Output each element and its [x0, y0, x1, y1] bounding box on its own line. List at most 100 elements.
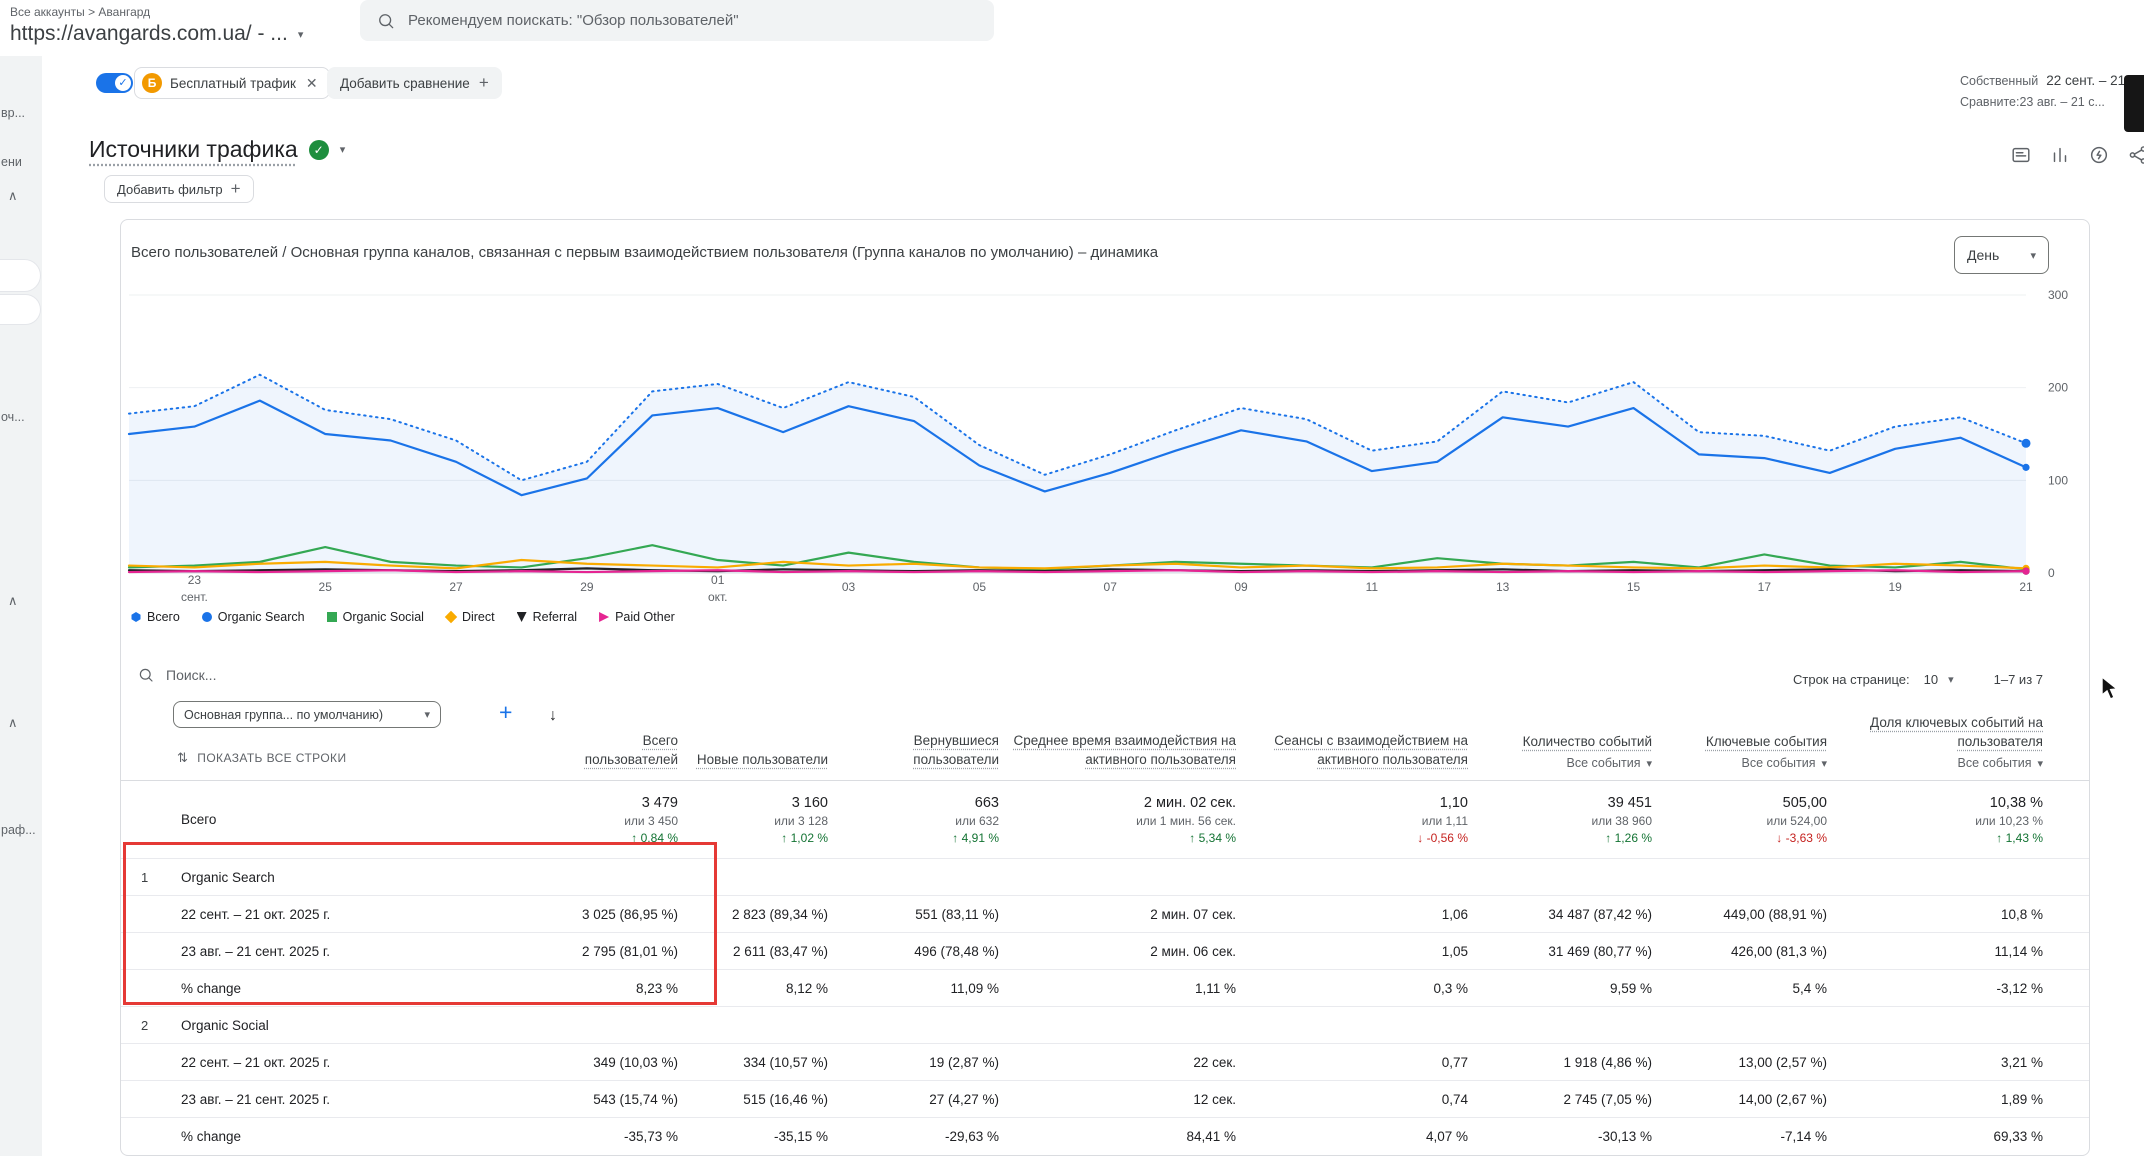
chevron-down-icon[interactable] [340, 143, 346, 156]
nav-item-pill[interactable] [0, 260, 40, 291]
date-type-label: Собственный [1960, 74, 2038, 88]
legend-label: Paid Other [615, 610, 675, 624]
nav-item-fragment[interactable]: оч... [1, 410, 41, 424]
event-filter-select[interactable]: Все события [1741, 756, 1827, 770]
totals-alt-value: или 632 [955, 814, 999, 828]
legend-item-referral[interactable]: Referral [517, 610, 577, 624]
metric-cell: 8,12 % [678, 970, 828, 1006]
column-header[interactable]: Среднее время взаимодействия на активног… [999, 732, 1236, 778]
totals-alt-value: или 38 960 [1592, 814, 1652, 828]
totals-label: Всего [121, 781, 558, 858]
chevron-up-icon[interactable] [8, 593, 18, 609]
event-filter-select[interactable]: Все события [1957, 756, 2043, 770]
empty-cell [1468, 1007, 1652, 1043]
legend-item-всего[interactable]: Всего [131, 610, 180, 624]
column-header[interactable]: Доля ключевых событий на пользователя Вс… [1827, 714, 2043, 778]
column-header[interactable]: Вернувшиеся пользователи [828, 732, 999, 778]
date-range-picker[interactable]: Собственный22 сент. – 21 о... Сравните:2… [1960, 72, 2144, 109]
share-icon[interactable] [2127, 144, 2144, 166]
x-axis-label: 27 [449, 580, 463, 594]
plus-icon [479, 73, 489, 93]
metric-cell: -35,15 % [678, 1118, 828, 1154]
series-end-marker-organic-search [2022, 464, 2029, 471]
chevron-up-icon[interactable] [8, 715, 18, 731]
metric-cell: 551 (83,11 %) [828, 896, 999, 932]
metric-cell: -29,63 % [828, 1118, 999, 1154]
column-title: Среднее время взаимодействия на активног… [999, 732, 1236, 770]
column-header[interactable]: Всего пользователей [558, 732, 678, 778]
column-header[interactable]: Количество событий Все события [1468, 733, 1652, 778]
legend-item-direct[interactable]: Direct [446, 610, 495, 624]
column-header[interactable]: Ключевые события Все события [1652, 733, 1827, 778]
series-area-всего [129, 375, 2026, 573]
x-axis-label: 25 [319, 580, 333, 594]
row-label: 22 сент. – 21 окт. 2025 г. [121, 896, 558, 932]
dimension-header-cell [121, 770, 558, 778]
table-search[interactable] [137, 666, 486, 684]
segment-chip[interactable]: Б Бесплатный трафик [134, 67, 330, 99]
nav-item-pill[interactable] [0, 295, 40, 324]
legend-item-organic-social[interactable]: Organic Social [327, 610, 424, 624]
table-row: 23 авг. – 21 сент. 2025 г.2 795 (81,01 %… [121, 932, 2089, 969]
global-search-input[interactable] [408, 12, 978, 29]
table-paging: Строк на странице: 10 1–7 из 7 [1793, 672, 2043, 687]
segment-toggle[interactable] [96, 73, 133, 93]
empty-cell [1652, 1007, 1827, 1043]
totals-metric-cell: 1,10или 1,11↓ -0,56 % [1236, 781, 1468, 858]
legend-label: Organic Social [343, 610, 424, 624]
note-card-icon[interactable] [2010, 144, 2032, 166]
property-selector[interactable]: https://avangards.com.ua/ - ... [10, 22, 303, 46]
dimension-selector[interactable]: Основная группа... по умолчанию) [173, 701, 441, 728]
metric-cell: 3 025 (86,95 %) [558, 896, 678, 932]
breadcrumb[interactable]: Все аккаунты > Авангард [10, 5, 150, 19]
totals-value: 10,38 % [1990, 795, 2043, 811]
empty-cell [558, 1007, 678, 1043]
totals-metric-cell: 10,38 %или 10,23 %↑ 1,43 % [1827, 781, 2043, 858]
totals-change-up: ↑ 5,34 % [1189, 831, 1236, 845]
x-axis-label: 09 [1234, 580, 1248, 594]
rows-per-page-select[interactable]: 10 [1924, 672, 1954, 687]
sort-descending-icon[interactable] [549, 707, 557, 725]
show-all-rows-button[interactable]: ПОКАЗАТЬ ВСЕ СТРОКИ [177, 750, 346, 766]
table-search-input[interactable] [166, 667, 486, 683]
filler-cell [2043, 1044, 2089, 1080]
y-axis-label: 0 [2048, 566, 2055, 580]
close-icon[interactable] [306, 75, 318, 92]
mouse-cursor [2100, 676, 2124, 702]
metric-cell: 22 сек. [999, 1044, 1236, 1080]
nav-item-fragment[interactable]: раф... [1, 823, 41, 837]
legend-item-organic-search[interactable]: Organic Search [202, 610, 305, 624]
totals-change-up: ↑ 1,43 % [1996, 831, 2043, 845]
traffic-trend-chart: 010020030023сент.25272901окт.03050709111… [121, 220, 2089, 620]
legend-item-paid-other[interactable]: Paid Other [599, 610, 675, 624]
empty-cell [1236, 1007, 1468, 1043]
column-header[interactable]: Сеансы с взаимодействием на активного по… [1236, 732, 1468, 778]
add-filter-button[interactable]: Добавить фильтр [104, 175, 254, 203]
nav-item-fragment[interactable]: ени [1, 155, 41, 169]
empty-cell [1236, 859, 1468, 895]
metric-cell: 1,05 [1236, 933, 1468, 969]
page-title[interactable]: Источники трафика [89, 136, 298, 163]
metric-cell: 1,89 % [1827, 1081, 2043, 1117]
add-dimension-icon[interactable] [499, 699, 512, 726]
column-header[interactable]: Новые пользователи [678, 751, 828, 778]
totals-change-down: ↓ -0,56 % [1417, 831, 1468, 845]
bar-chart-icon[interactable] [2049, 144, 2071, 166]
metric-cell: 11,14 % [1827, 933, 2043, 969]
x-axis-label: 01окт. [708, 573, 728, 604]
add-comparison-chip[interactable]: Добавить сравнение [327, 67, 502, 99]
table-row: 22 сент. – 21 окт. 2025 г.3 025 (86,95 %… [121, 895, 2089, 932]
totals-value: 505,00 [1783, 795, 1827, 811]
totals-change-up: ↑ 4,91 % [952, 831, 999, 845]
rows-per-page-value: 10 [1924, 672, 1938, 687]
series-end-marker-всего [2022, 439, 2031, 448]
row-label: 22 сент. – 21 окт. 2025 г. [121, 1044, 558, 1080]
metric-cell: 2 823 (89,34 %) [678, 896, 828, 932]
insights-icon[interactable] [2088, 144, 2110, 166]
totals-value: 663 [975, 795, 999, 811]
event-filter-select[interactable]: Все события [1566, 756, 1652, 770]
chevron-up-icon[interactable] [8, 188, 18, 204]
nav-item-fragment[interactable]: вр... [1, 106, 41, 120]
report-card: Всего пользователей / Основная группа ка… [120, 219, 2090, 1156]
global-search[interactable] [360, 0, 994, 41]
